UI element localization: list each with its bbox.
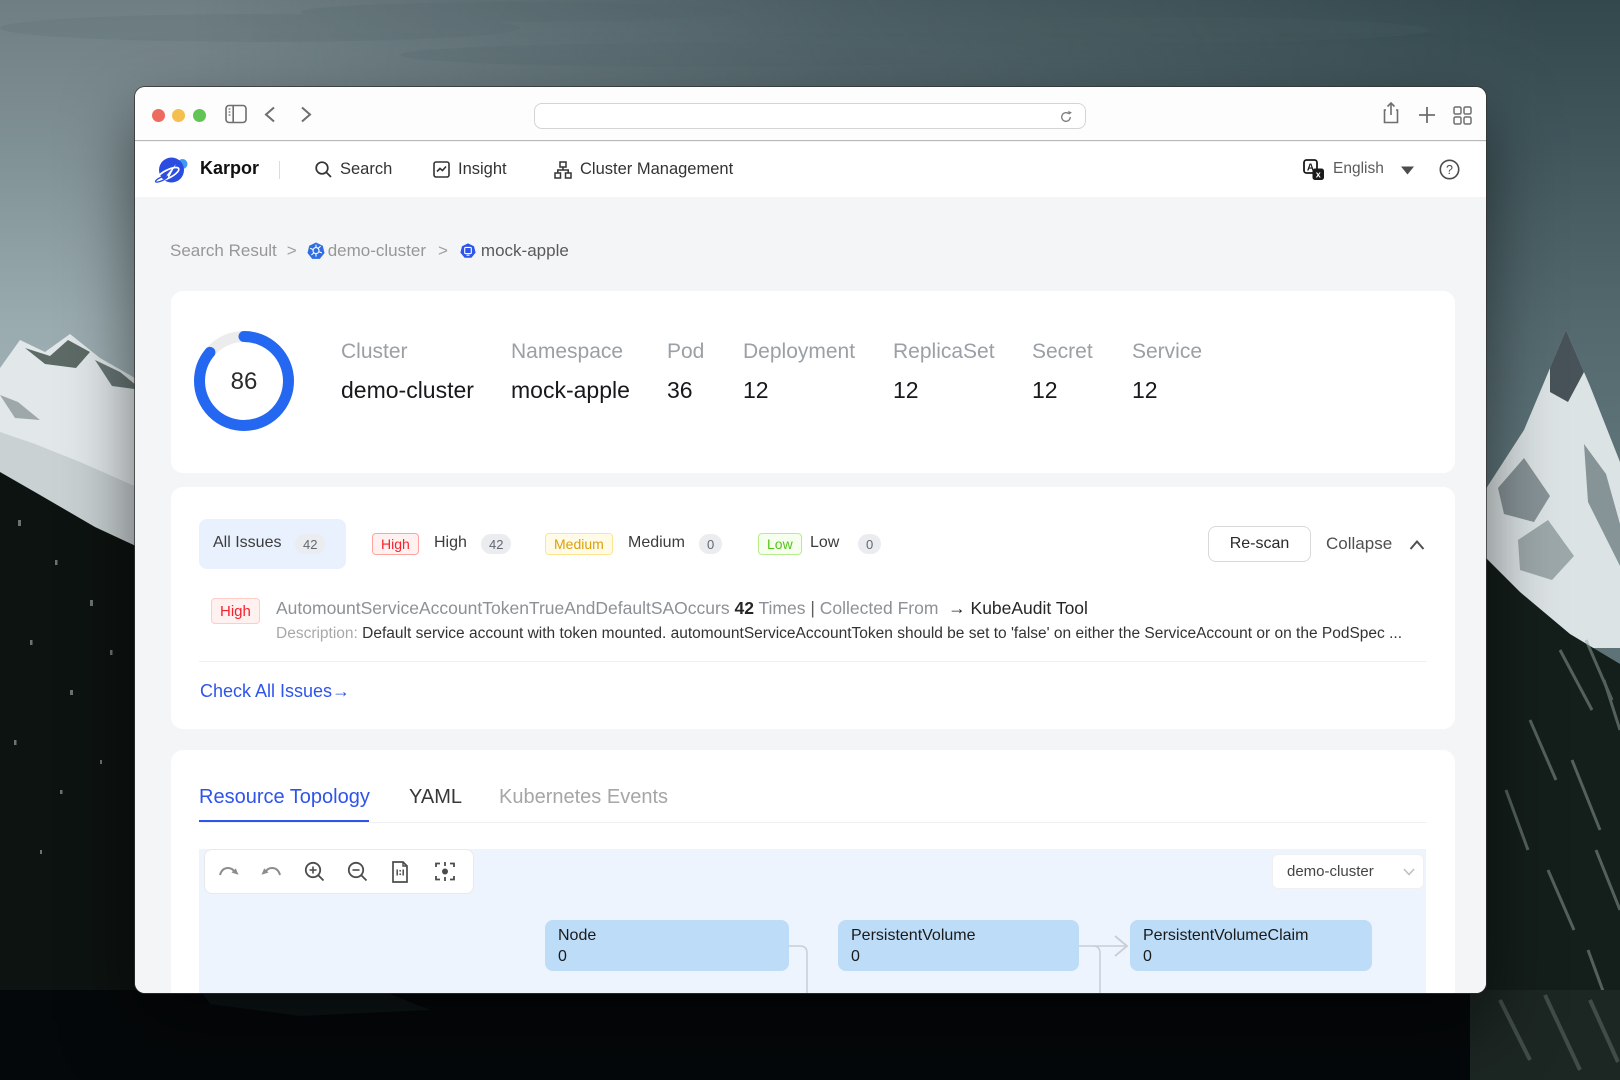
svg-text:86: 86 (231, 368, 258, 395)
svg-text:?: ? (1446, 163, 1453, 177)
svg-text:x: x (1316, 170, 1321, 180)
